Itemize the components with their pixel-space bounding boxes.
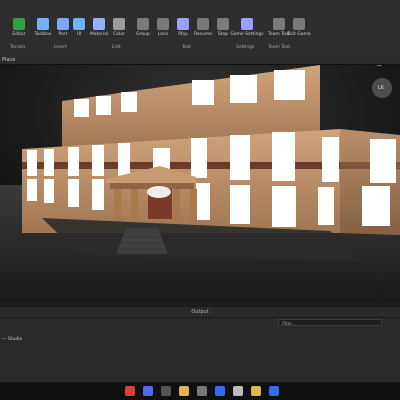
folder-icon[interactable] xyxy=(251,386,261,396)
window xyxy=(92,179,104,210)
window xyxy=(44,149,54,176)
window xyxy=(68,179,79,207)
window xyxy=(27,179,37,201)
terrain-editor-button[interactable]: Editor xyxy=(6,18,32,37)
ribbon-toolbar: Editor Toolbox Part UI Material Color Gr… xyxy=(0,0,400,57)
camera-gizmo-label: LK xyxy=(378,85,385,91)
search-icon[interactable] xyxy=(143,386,153,396)
group-label-team-test: Team Test xyxy=(268,45,291,50)
window xyxy=(192,80,214,105)
play-icon xyxy=(177,18,189,30)
window xyxy=(92,145,104,176)
opera-icon[interactable] xyxy=(125,386,135,396)
group-label-edit: Edit xyxy=(112,45,121,50)
roblox-icon[interactable] xyxy=(269,386,279,396)
scene xyxy=(0,65,400,302)
chat-icon[interactable] xyxy=(233,386,243,396)
resume-icon xyxy=(197,18,209,30)
exit-game-label: Exit Game xyxy=(287,32,311,37)
window xyxy=(322,137,339,182)
viewport-camera-label: 4D xyxy=(375,65,383,68)
group-label-insert: Insert xyxy=(54,45,67,50)
group-label-settings: Settings xyxy=(236,45,255,50)
lock-icon xyxy=(157,18,169,30)
window xyxy=(230,185,250,224)
output-title: Output xyxy=(0,307,400,318)
window xyxy=(272,186,296,227)
pillar xyxy=(131,189,138,224)
ui-icon xyxy=(73,18,85,30)
mail-icon[interactable] xyxy=(215,386,225,396)
tab-place[interactable]: Place xyxy=(2,56,15,64)
taskbar xyxy=(0,382,400,400)
window xyxy=(27,150,37,176)
team-test-icon xyxy=(273,18,285,30)
window xyxy=(96,96,111,115)
window xyxy=(318,187,334,225)
window xyxy=(230,135,250,180)
exit-game-icon xyxy=(293,18,305,30)
color-label: Color xyxy=(113,32,125,37)
window xyxy=(118,143,130,176)
gear-icon xyxy=(241,18,253,30)
door-light xyxy=(147,186,171,198)
store-icon[interactable] xyxy=(179,386,189,396)
exit-game-button[interactable]: Exit Game xyxy=(286,18,312,37)
pillar xyxy=(190,189,197,226)
terrain-editor-icon xyxy=(13,18,25,30)
window xyxy=(191,138,207,178)
window xyxy=(44,179,54,203)
window xyxy=(121,92,137,112)
pillar xyxy=(173,189,180,225)
shop-icon[interactable] xyxy=(197,386,207,396)
editor-label: Editor xyxy=(12,32,26,37)
files-icon[interactable] xyxy=(161,386,171,396)
output-panel: Output Filter... — Studio xyxy=(0,305,400,384)
3d-viewport[interactable]: 4D LK xyxy=(0,65,400,302)
window xyxy=(68,147,79,176)
group-label-test: Test xyxy=(182,45,191,50)
window xyxy=(272,132,295,181)
game-settings-button[interactable]: Game Settings xyxy=(230,18,264,37)
window xyxy=(362,186,390,226)
window xyxy=(196,183,210,220)
toolbox-icon xyxy=(37,18,49,30)
window xyxy=(370,139,396,183)
game-settings-label: Game Settings xyxy=(230,32,264,37)
stop-icon xyxy=(217,18,229,30)
group-icon xyxy=(137,18,149,30)
filter-input[interactable]: Filter... xyxy=(278,319,382,326)
window xyxy=(74,99,89,117)
window xyxy=(230,75,257,103)
color-button[interactable]: Color xyxy=(106,18,132,37)
material-icon xyxy=(93,18,105,30)
log-line: — Studio xyxy=(2,337,23,342)
pillar xyxy=(114,189,121,223)
group-label-terrain: Terrain xyxy=(10,45,26,50)
document-tabs: Place xyxy=(0,56,400,65)
window xyxy=(274,70,305,100)
color-icon xyxy=(113,18,125,30)
